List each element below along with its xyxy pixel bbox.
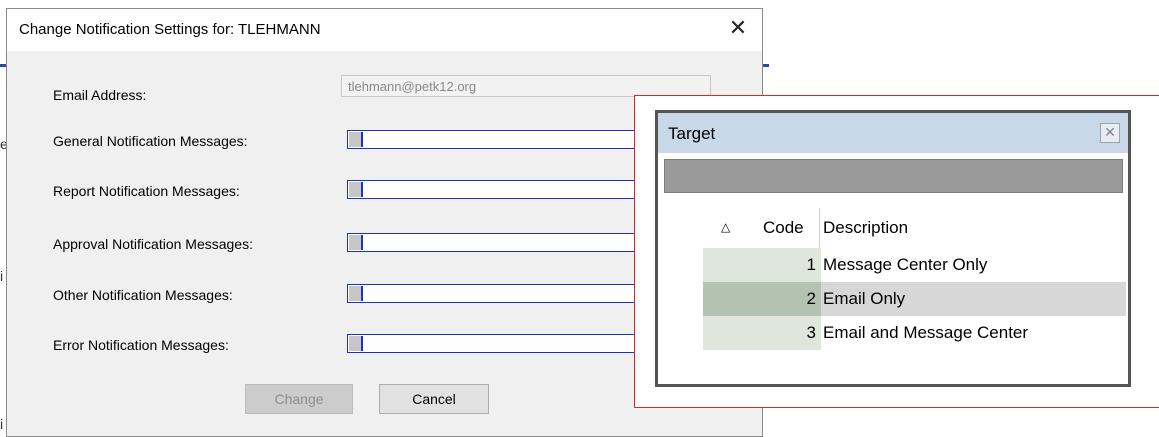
row-code: 1 [703,248,821,282]
dialog-title: Change Notification Settings for: TLEHMA… [19,21,321,38]
dropdown-button[interactable] [349,132,363,147]
background-fragment: i [0,268,4,284]
grid-row[interactable]: 1 Message Center Only [703,248,1126,282]
general-notification-select[interactable] [347,130,647,149]
column-header-description[interactable]: Description [823,218,908,238]
background-mark [763,64,769,67]
email-label: Email Address: [53,87,147,103]
dropdown-button[interactable] [349,235,363,250]
email-field[interactable] [341,75,711,97]
error-notification-label: Error Notification Messages: [53,337,229,353]
dropdown-button[interactable] [349,182,363,197]
filter-bar[interactable] [664,159,1123,193]
grid-header: △ Code Description [703,208,1126,248]
column-header-code[interactable]: Code [763,218,804,238]
options-grid: △ Code Description 1 Message Center Only… [703,208,1126,350]
grid-row-selected[interactable]: 2 Email Only [703,282,1126,316]
background-fragment: i [0,416,4,432]
report-notification-label: Report Notification Messages: [53,183,240,199]
row-description: Email Only [823,289,906,308]
dialog-titlebar: Change Notification Settings for: TLEHMA… [7,9,762,51]
report-notification-select[interactable] [347,180,647,199]
popup-titlebar: Target ✕ [658,113,1128,153]
row-description: Email and Message Center [823,323,1029,342]
approval-notification-label: Approval Notification Messages: [53,236,253,252]
other-notification-label: Other Notification Messages: [53,287,233,303]
row-code: 2 [703,282,821,316]
column-divider[interactable] [819,208,820,248]
target-popup: Target ✕ △ Code Description 1 Message Ce… [655,110,1131,387]
cancel-button[interactable]: Cancel [379,384,489,414]
close-icon[interactable]: ✕ [726,17,750,39]
grid-row[interactable]: 3 Email and Message Center [703,316,1126,350]
sort-ascending-icon[interactable]: △ [721,220,730,234]
change-button[interactable]: Change [245,384,353,414]
row-code: 3 [703,316,821,350]
popup-title: Target [668,124,716,143]
dropdown-button[interactable] [349,336,363,351]
approval-notification-select[interactable] [347,233,647,252]
dropdown-button[interactable] [349,286,363,301]
general-notification-label: General Notification Messages: [53,133,248,149]
row-description: Message Center Only [823,255,988,274]
close-icon[interactable]: ✕ [1100,123,1120,143]
other-notification-select[interactable] [347,284,647,303]
error-notification-select[interactable] [347,334,647,353]
